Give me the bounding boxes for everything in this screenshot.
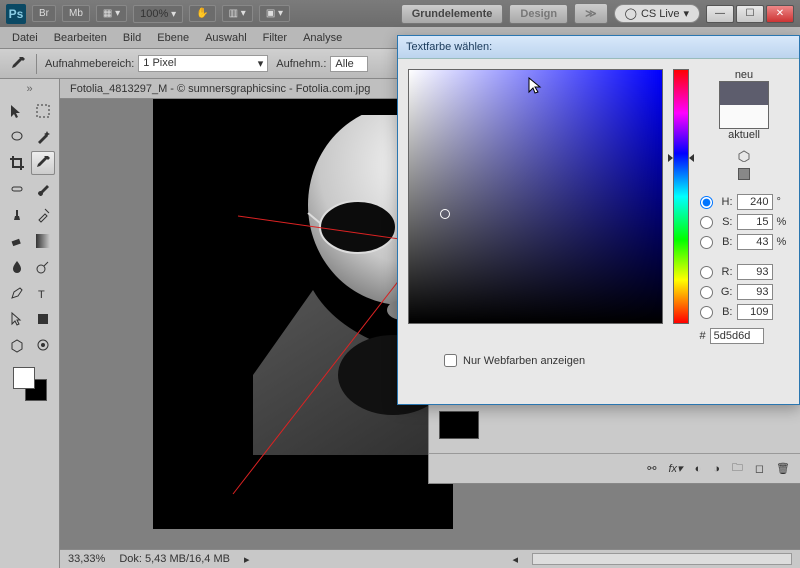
stamp-tool[interactable] [5,203,29,227]
trash-icon[interactable]: 🗑 [776,462,790,475]
status-doc-size[interactable]: Dok: 5,43 MB/16,4 MB [119,553,230,565]
zoom-level[interactable]: 100% ▾ [133,5,183,23]
s-input[interactable]: 15 [737,214,773,230]
layer-thumb[interactable] [439,411,479,439]
sample-range-label: Aufnahmebereich: [45,58,134,70]
g-radio[interactable] [700,286,713,299]
eraser-tool[interactable] [5,229,29,253]
screen-mode-button[interactable]: ▣ ▾ [259,5,290,22]
scroll-left-icon[interactable]: ◂ [512,553,518,566]
color-field-marker[interactable] [440,209,450,219]
current-color-label: aktuell [728,129,760,141]
hex-input[interactable]: 5d5d6d [710,328,764,344]
shape-tool[interactable] [31,307,55,331]
crop-tool[interactable] [5,151,29,175]
heal-tool[interactable] [5,177,29,201]
workspace-grundelemente[interactable]: Grundelemente [401,4,504,24]
h-scrollbar[interactable] [532,553,792,565]
h-input[interactable]: 240 [737,194,773,210]
r-radio[interactable] [700,266,713,279]
lasso-tool[interactable] [5,125,29,149]
menu-filter[interactable]: Filter [263,32,287,44]
menu-datei[interactable]: Datei [12,32,38,44]
hue-slider[interactable] [673,69,689,324]
fx-icon[interactable]: fx▾ [669,462,683,475]
menu-bearbeiten[interactable]: Bearbeiten [54,32,107,44]
b-radio[interactable] [700,236,713,249]
hand-tool-button[interactable]: ✋ [189,5,215,22]
g-input[interactable]: 93 [737,284,773,300]
path-select-tool[interactable] [5,307,29,331]
blur-tool[interactable] [5,255,29,279]
foreground-color-swatch[interactable] [13,367,35,389]
b-input[interactable]: 43 [737,234,773,250]
webonly-checkbox[interactable] [444,354,457,367]
window-minimize[interactable]: — [706,5,734,23]
sample-mode-select[interactable]: Alle [330,56,368,72]
cs-live-button[interactable]: ◯CS Live▾ [614,4,700,23]
brush-tool[interactable] [31,177,55,201]
menu-bild[interactable]: Bild [123,32,141,44]
window-close[interactable]: ✕ [766,5,794,23]
status-zoom[interactable]: 33,33% [68,553,105,565]
eyedropper-tool[interactable] [31,151,55,175]
eyedropper-icon [8,54,28,74]
sample-mode-label: Aufnehm.: [276,58,326,70]
3d-tool[interactable] [5,333,29,357]
workspace-design[interactable]: Design [509,4,568,24]
webonly-label: Nur Webfarben anzeigen [463,355,585,367]
sample-range-select[interactable]: 1 Pixel▾ [138,55,268,72]
camera-tool[interactable] [31,333,55,357]
s-radio[interactable] [700,216,713,229]
new-layer-icon[interactable]: ◻ [755,462,764,475]
view-extras-button[interactable]: ▦ ▾ [96,5,127,22]
status-bar: 33,33% Dok: 5,43 MB/16,4 MB ▸ ◂ [60,549,800,568]
bottom-panel: ⚯ fx▾ ◐ ◑ 🗀 ◻ 🗑 [428,404,800,484]
mask-icon[interactable]: ◐ [695,463,702,475]
color-swatches[interactable] [13,367,47,401]
adjust-icon[interactable]: ◑ [713,463,720,475]
websafe-swatch-icon[interactable] [738,168,750,180]
bb-input[interactable]: 109 [737,304,773,320]
marquee-tool[interactable] [31,99,55,123]
svg-text:T: T [38,289,45,301]
app-logo-icon: Ps [6,4,26,24]
window-maximize[interactable]: ☐ [736,5,764,23]
gradient-tool[interactable] [31,229,55,253]
color-field[interactable] [408,69,663,324]
tools-panel: » T [0,79,60,568]
menu-analyse[interactable]: Analyse [303,32,342,44]
dodge-tool[interactable] [31,255,55,279]
link-icon[interactable]: ⚯ [647,462,656,475]
move-tool[interactable] [5,99,29,123]
h-radio[interactable] [700,196,713,209]
type-tool[interactable]: T [31,281,55,305]
hue-indicator[interactable] [668,154,694,162]
cube-icon[interactable] [738,150,750,162]
new-color-label: neu [735,69,753,81]
arrange-button[interactable]: ▥ ▾ [222,5,253,22]
collapse-handle[interactable]: » [4,83,55,95]
menu-ebene[interactable]: Ebene [157,32,189,44]
cursor-icon [528,77,546,95]
folder-icon[interactable]: 🗀 [732,459,743,478]
title-bar: Ps Br Mb ▦ ▾ 100% ▾ ✋ ▥ ▾ ▣ ▾ Grundeleme… [0,0,800,27]
history-brush-tool[interactable] [31,203,55,227]
r-input[interactable]: 93 [737,264,773,280]
bb-radio[interactable] [700,306,713,319]
pen-tool[interactable] [5,281,29,305]
menu-auswahl[interactable]: Auswahl [205,32,247,44]
color-picker-dialog: Textfarbe wählen: neu aktuell H:240° S:1… [397,35,800,405]
color-picker-title[interactable]: Textfarbe wählen: [398,36,799,59]
wand-tool[interactable] [31,125,55,149]
color-compare-swatch[interactable] [719,81,769,129]
minibridge-button[interactable]: Mb [62,5,90,22]
bridge-button[interactable]: Br [32,5,56,22]
workspace-more[interactable]: ≫ [574,3,608,24]
